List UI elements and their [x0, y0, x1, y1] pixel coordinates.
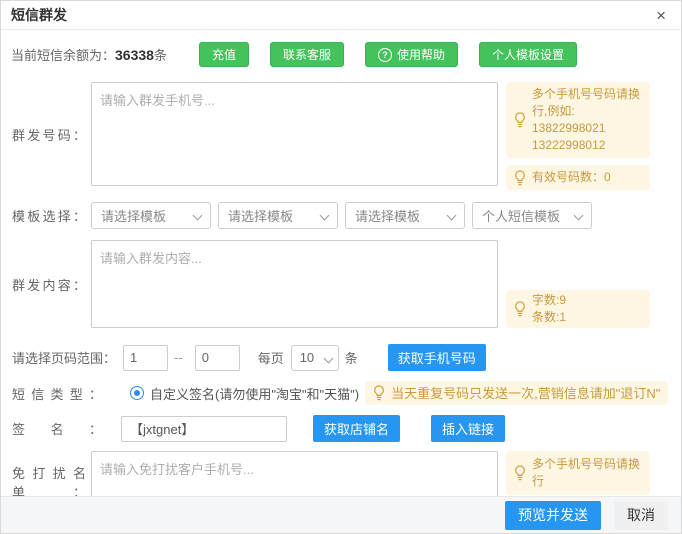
custom-signature-radio[interactable]: 自定义签名(请勿使用"淘宝"和"天猫") — [130, 384, 359, 403]
dedupe-hint-text: 当天重复号码只发送一次,营销信息请加"退订N" — [391, 385, 660, 402]
template-select-3-value: 请选择模板 — [355, 206, 420, 225]
dialog-header: 短信群发 × — [1, 1, 681, 30]
balance-label: 当前短信余额为： — [11, 45, 115, 64]
valid-count-hint: 有效号码数：0 — [506, 165, 650, 190]
per-page-value: 10 — [300, 350, 314, 365]
sms-type-label: 短信类型： — [12, 384, 102, 403]
chevron-down-icon — [447, 211, 457, 221]
page-to-input[interactable] — [195, 345, 240, 371]
balance-toolbar-row: 当前短信余额为：36338条 充值 联系客服 ? 使用帮助 个人模板设置 — [11, 42, 681, 67]
custom-signature-radio-label: 自定义签名(请勿使用"淘宝"和"天猫") — [150, 384, 359, 403]
hint-line-3: 13222998012 — [532, 137, 642, 154]
fetch-phone-numbers-button[interactable]: 获取手机号码 — [388, 344, 486, 371]
chevron-down-icon — [323, 353, 333, 363]
cancel-label: 取消 — [627, 507, 655, 523]
personal-template-settings-button[interactable]: 个人模板设置 — [479, 42, 577, 67]
sms-type-row: 短信类型： 自定义签名(请勿使用"淘宝"和"天猫") 当天重复号码只发送一次,营… — [1, 381, 681, 405]
dedupe-hint: 当天重复号码只发送一次,营销信息请加"退订N" — [365, 381, 668, 405]
page-range-label: 请选择页码范围： — [12, 348, 116, 367]
lightbulb-icon — [373, 385, 385, 401]
per-page-unit: 条 — [345, 348, 358, 367]
fetch-phone-numbers-label: 获取手机号码 — [398, 348, 476, 367]
hint-line-1: 多个手机号号码请换行,例如: — [532, 86, 642, 120]
lightbulb-icon — [514, 465, 526, 481]
content-hints: 字数:9 条数:1 — [506, 240, 650, 328]
bulk-numbers-label: 群发号码： — [12, 125, 86, 144]
template-select-label: 模板选择： — [12, 206, 86, 225]
bulk-content-label: 群发内容： — [12, 275, 86, 294]
cancel-button[interactable]: 取消 — [614, 501, 668, 530]
contact-support-button[interactable]: 联系客服 — [270, 42, 344, 67]
bulk-numbers-hints: 多个手机号号码请换行,例如: 13822998021 13222998012 有… — [506, 82, 650, 186]
contact-support-button-label: 联系客服 — [283, 46, 331, 63]
hint-line-2: 13822998021 — [532, 120, 642, 137]
recharge-button[interactable]: 充值 — [199, 42, 249, 67]
radio-selected-icon — [130, 386, 144, 400]
insert-link-label: 插入链接 — [442, 419, 494, 438]
sms-bulk-dialog: 短信群发 × 当前短信余额为：36338条 充值 联系客服 ? 使用帮助 个人模… — [0, 0, 682, 534]
template-select-2[interactable]: 请选择模板 — [218, 202, 338, 229]
bulk-content-textarea[interactable] — [91, 240, 498, 328]
template-select-row: 模板选择： 请选择模板 请选择模板 请选择模板 个人短信模板 — [1, 202, 681, 229]
recharge-button-label: 充值 — [212, 46, 236, 63]
dnd-format-hint: 多个手机号号码请换行 — [506, 451, 650, 495]
bulk-numbers-row: 群发号码： 多个手机号号码请换行,例如: 13822998021 1322299… — [1, 82, 681, 186]
fetch-shop-name-label: 获取店铺名 — [324, 419, 389, 438]
personal-template-settings-label: 个人模板设置 — [492, 46, 564, 63]
help-button[interactable]: ? 使用帮助 — [365, 42, 458, 67]
numbers-format-hint: 多个手机号号码请换行,例如: 13822998021 13222998012 — [506, 82, 650, 158]
numbers-format-hint-text: 多个手机号号码请换行,例如: 13822998021 13222998012 — [532, 86, 642, 154]
insert-link-button[interactable]: 插入链接 — [431, 415, 505, 442]
count-hint: 字数:9 条数:1 — [506, 290, 650, 328]
chevron-down-icon — [320, 211, 330, 221]
preview-and-send-label: 预览并发送 — [518, 507, 588, 523]
signature-label: 签名： — [12, 419, 102, 438]
lightbulb-icon — [514, 112, 526, 128]
close-icon[interactable]: × — [653, 5, 669, 26]
template-select-2-value: 请选择模板 — [228, 206, 293, 225]
template-select-3[interactable]: 请选择模板 — [345, 202, 465, 229]
chevron-down-icon — [193, 211, 203, 221]
msg-count: 条数:1 — [532, 309, 566, 326]
fetch-shop-name-button[interactable]: 获取店铺名 — [313, 415, 400, 442]
dnd-hints: 多个手机号号码请换行 — [506, 451, 650, 495]
template-select-1[interactable]: 请选择模板 — [91, 202, 211, 229]
help-button-label: 使用帮助 — [397, 46, 445, 63]
char-count: 字数:9 — [532, 292, 566, 309]
dialog-title: 短信群发 — [11, 5, 67, 25]
lightbulb-icon — [514, 301, 526, 317]
signature-row: 签名： 获取店铺名 插入链接 — [1, 415, 681, 442]
per-page-label: 每页 — [258, 348, 284, 367]
personal-template-select[interactable]: 个人短信模板 — [472, 202, 592, 229]
dnd-format-hint-text: 多个手机号号码请换行 — [532, 456, 642, 490]
page-from-input[interactable] — [123, 345, 168, 371]
balance-unit: 条 — [154, 45, 167, 64]
bulk-numbers-textarea[interactable] — [91, 82, 498, 186]
bulk-content-row: 群发内容： 字数:9 条数:1 — [1, 240, 681, 328]
page-range-row: 请选择页码范围： -- 每页 10 条 获取手机号码 — [1, 344, 681, 371]
question-circle-icon: ? — [378, 48, 392, 62]
per-page-select[interactable]: 10 — [291, 345, 339, 371]
template-select-1-value: 请选择模板 — [101, 206, 166, 225]
personal-template-select-value: 个人短信模板 — [482, 206, 560, 225]
signature-input[interactable] — [121, 416, 287, 442]
preview-and-send-button[interactable]: 预览并发送 — [505, 501, 601, 530]
count-hint-text: 字数:9 条数:1 — [532, 292, 566, 326]
lightbulb-icon — [514, 170, 526, 186]
valid-count-text: 有效号码数：0 — [532, 169, 611, 186]
dialog-footer: 预览并发送 取消 — [1, 496, 681, 533]
range-separator: -- — [174, 350, 183, 365]
balance-value: 36338 — [115, 47, 154, 63]
chevron-down-icon — [574, 211, 584, 221]
